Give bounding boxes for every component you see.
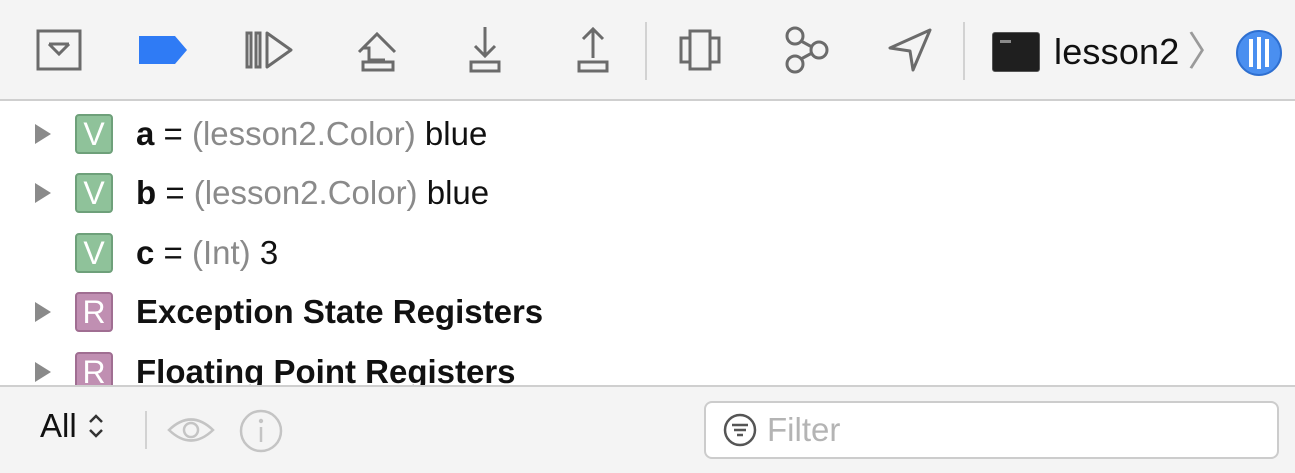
variable-type: (Int)	[191, 234, 251, 271]
step-out-button[interactable]	[563, 22, 623, 78]
variable-name: b	[136, 174, 157, 211]
variable-equals: =	[163, 234, 183, 271]
breadcrumb-chevron-icon: 〉	[1187, 30, 1228, 74]
disclosure-triangle-icon[interactable]	[34, 123, 52, 145]
view-hierarchy-button[interactable]	[670, 22, 730, 78]
variable-name: c	[136, 234, 155, 271]
variable-name: a	[136, 115, 155, 152]
variable-value: blue	[426, 174, 490, 211]
variable-kind-badge: V	[75, 114, 113, 154]
register-group-text: Floating Point Registers	[136, 353, 516, 385]
scheme-label: lesson2	[1054, 31, 1180, 72]
step-out-icon	[577, 26, 609, 73]
variables-view[interactable]: V a = (lesson2.Color) blue V b = (lesson…	[0, 101, 1295, 385]
print-description-info-icon[interactable]	[238, 408, 284, 454]
scope-popup-button[interactable]: All	[40, 407, 105, 445]
quick-look-eye-icon[interactable]	[166, 413, 216, 447]
memory-graph-button[interactable]	[776, 22, 836, 78]
variable-type: (lesson2.Color)	[191, 115, 416, 152]
thread-queue-button[interactable]	[1234, 28, 1284, 83]
step-into-icon	[469, 27, 501, 73]
variable-row[interactable]: V a = (lesson2.Color) blue	[0, 105, 1295, 163]
register-group-name: Floating Point Registers	[136, 353, 516, 385]
continue-icon	[245, 31, 293, 69]
register-group-name: Exception State Registers	[136, 293, 544, 330]
variable-value: 3	[259, 234, 279, 271]
register-kind-badge: R	[75, 352, 113, 385]
filter-input[interactable]	[767, 411, 1247, 449]
hide-debug-area-button[interactable]	[29, 22, 89, 78]
register-kind-badge: R	[75, 292, 113, 332]
toolbar-divider	[645, 22, 647, 80]
step-into-button[interactable]	[455, 22, 515, 78]
simulate-location-icon	[888, 28, 932, 72]
variable-kind-badge: V	[75, 233, 113, 273]
variable-text: a = (lesson2.Color) blue	[136, 115, 487, 153]
scope-label: All	[40, 407, 77, 444]
scheme-selector[interactable]: lesson2 〉	[992, 28, 1227, 76]
updown-chevron-icon	[88, 414, 103, 438]
register-group-text: Exception State Registers	[136, 293, 543, 331]
breakpoints-toggle-button[interactable]	[133, 22, 193, 78]
step-over-icon	[357, 31, 397, 72]
continue-button[interactable]	[239, 22, 299, 78]
bottom-divider	[145, 411, 147, 449]
step-over-button[interactable]	[347, 22, 407, 78]
filter-field[interactable]	[704, 401, 1279, 459]
breakpoints-toggle-icon	[139, 36, 187, 64]
disclosure-triangle-icon[interactable]	[34, 182, 52, 204]
memory-graph-icon	[785, 26, 829, 74]
register-group-row[interactable]: R Floating Point Registers	[0, 343, 1295, 385]
variable-equals: =	[163, 115, 183, 152]
simulate-location-button[interactable]	[880, 22, 940, 78]
thread-queue-icon	[1236, 30, 1282, 76]
terminal-app-icon	[992, 32, 1040, 72]
variable-row[interactable]: V b = (lesson2.Color) blue	[0, 164, 1295, 222]
register-group-row[interactable]: R Exception State Registers	[0, 283, 1295, 341]
hide-debug-area-icon	[36, 29, 82, 71]
toolbar-divider	[963, 22, 965, 80]
variable-text: c = (Int) 3	[136, 234, 278, 272]
variable-type: (lesson2.Color)	[193, 174, 418, 211]
disclosure-triangle-icon[interactable]	[34, 361, 52, 383]
disclosure-triangle-icon[interactable]	[34, 301, 52, 323]
variable-row[interactable]: V c = (Int) 3	[0, 224, 1295, 282]
variable-kind-badge: V	[75, 173, 113, 213]
variable-text: b = (lesson2.Color) blue	[136, 174, 489, 212]
variables-filter-bar: All	[0, 385, 1295, 473]
variable-equals: =	[165, 174, 185, 211]
variable-value: blue	[424, 115, 488, 152]
filter-icon	[723, 413, 757, 447]
debug-toolbar: lesson2 〉	[0, 0, 1295, 101]
view-hierarchy-icon	[679, 29, 721, 71]
